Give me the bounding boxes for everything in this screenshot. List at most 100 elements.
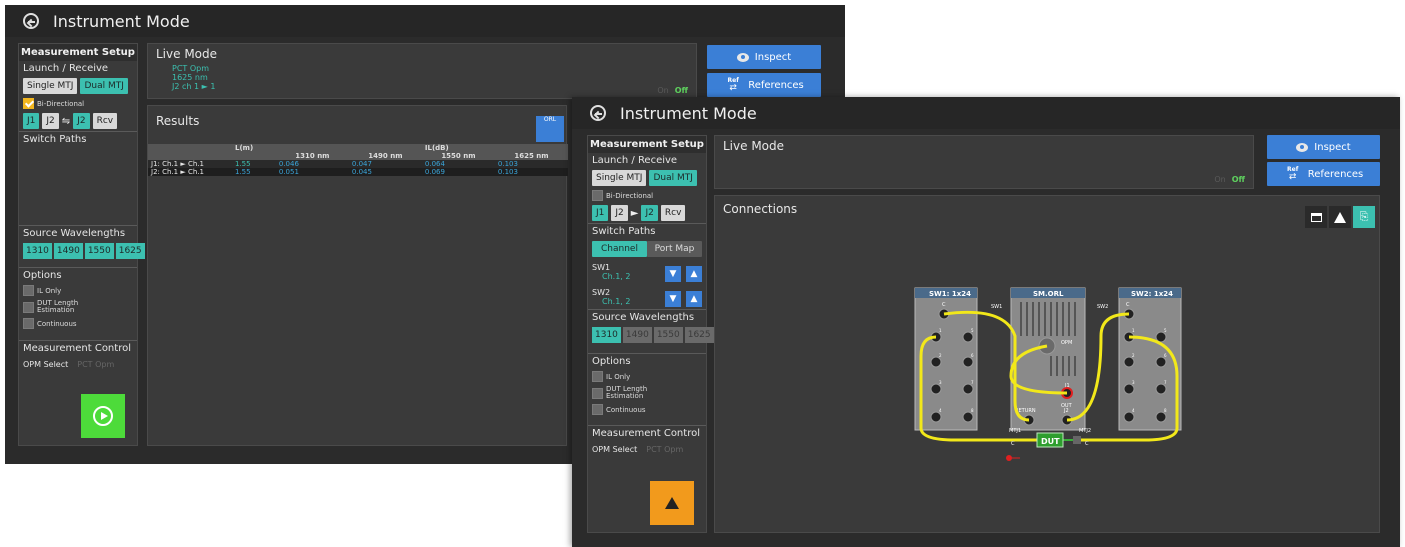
sw2-port-7[interactable]: [1155, 383, 1167, 395]
measurement-warning-button[interactable]: [650, 481, 694, 525]
sw1-port-3[interactable]: [930, 383, 942, 395]
mtj2-connector[interactable]: [1073, 436, 1081, 444]
inspect-button[interactable]: Inspect: [1267, 135, 1380, 159]
sw1-port-7[interactable]: [962, 383, 974, 395]
sw2-port-3[interactable]: [1123, 383, 1135, 395]
references-label: References: [748, 79, 804, 91]
mtj2-label: MTJ2: [1079, 428, 1091, 434]
j2-button[interactable]: J2: [611, 205, 628, 221]
wavelength-1310-button[interactable]: 1310: [23, 243, 52, 259]
orl-icon: ORL: [543, 116, 557, 123]
wavelength-1625-button[interactable]: 1625: [115, 243, 145, 259]
source-wavelengths-label: Source Wavelengths: [592, 312, 695, 323]
orl-button[interactable]: ORL: [536, 116, 564, 142]
start-measurement-button[interactable]: [81, 394, 125, 438]
j2-receive-button[interactable]: J2: [73, 113, 90, 129]
il-only-label: IL Only: [606, 372, 631, 381]
connections-panel: Connections ⎘ SW1: 1x24 SM.ORL OPM J1 OU…: [714, 195, 1380, 533]
source-wavelengths-label: Source Wavelengths: [23, 228, 126, 239]
j1-button[interactable]: J1: [592, 205, 609, 221]
dut-length-checkbox[interactable]: [592, 387, 603, 399]
sw2-port-6[interactable]: [1155, 356, 1167, 368]
continuous-checkbox[interactable]: [23, 318, 34, 329]
bidirectional-label: Bi-Directional: [606, 191, 654, 200]
sw2-port-4[interactable]: [1123, 411, 1135, 423]
j2-button[interactable]: J2: [42, 113, 59, 129]
wavelength-1550-button[interactable]: 1550: [84, 243, 114, 259]
dut-length-checkbox[interactable]: [23, 301, 34, 313]
sw2-common-label: C: [1126, 302, 1130, 308]
col-1625-header: 1625 nm: [514, 152, 549, 160]
table-row[interactable]: J2: Ch.1 ► Ch.1 1.55 0.051 0.045 0.069 0…: [148, 168, 568, 176]
port-map-tab[interactable]: Port Map: [647, 241, 702, 257]
references-button[interactable]: Ref ⇄ References: [707, 73, 821, 97]
sw2-down-button[interactable]: ▼: [664, 291, 681, 307]
channel-tab[interactable]: Channel: [592, 241, 647, 257]
dut-module: DUT MTJ1 MTJ2 C C: [1006, 428, 1091, 461]
rcv-button[interactable]: Rcv: [92, 113, 118, 129]
sw1-value: Ch.1, 2: [602, 271, 631, 281]
back-arrow-icon[interactable]: [23, 13, 39, 29]
j1-button[interactable]: J1: [23, 113, 40, 129]
pct-opm-option[interactable]: PCT Opm: [77, 360, 114, 369]
continuous-checkbox[interactable]: [592, 404, 603, 415]
sw2-value: Ch.1, 2: [602, 296, 631, 306]
sw1-port-6[interactable]: [962, 356, 974, 368]
col-length-header: L(m): [235, 144, 254, 152]
col-1310-header: 1310 nm: [295, 152, 330, 160]
il-only-checkbox[interactable]: [23, 285, 34, 296]
row-label: J2: Ch.1 ► Ch.1: [151, 168, 204, 176]
continuous-label: Continuous: [606, 405, 646, 414]
live-mode-toggle[interactable]: On Off: [1214, 175, 1245, 184]
single-mtj-button[interactable]: Single MTJ: [23, 78, 78, 94]
bidirectional-checkbox[interactable]: [592, 190, 603, 201]
sw1-port-8[interactable]: [962, 411, 974, 423]
table-row[interactable]: J1: Ch.1 ► Ch.1 1.55 0.046 0.047 0.064 0…: [148, 160, 568, 168]
bidirectional-checkbox[interactable]: [23, 98, 34, 109]
setup-header: Measurement Setup: [588, 136, 706, 153]
sw1-port-2[interactable]: [930, 356, 942, 368]
wavelength-1490-button[interactable]: 1490: [53, 243, 83, 259]
launch-receive-label: Launch / Receive: [23, 63, 109, 74]
pct-opm-option[interactable]: PCT Opm: [646, 445, 683, 454]
col-1550-header: 1550 nm: [441, 152, 476, 160]
references-button[interactable]: Ref ⇄ References: [1267, 162, 1380, 186]
wavelength-1490-button[interactable]: 1490: [622, 327, 652, 343]
dual-mtj-button[interactable]: Dual MTJ: [80, 78, 128, 94]
sw1-up-button[interactable]: ▲: [686, 266, 702, 282]
il-only-checkbox[interactable]: [592, 371, 603, 382]
switch-paths-label: Switch Paths: [23, 134, 87, 145]
sw1-port-5[interactable]: [962, 331, 974, 343]
sw2-up-button[interactable]: ▲: [686, 291, 702, 307]
references-icon: Ref ⇄: [1284, 167, 1302, 182]
inspect-button[interactable]: Inspect: [707, 45, 821, 69]
back-arrow-icon[interactable]: [590, 105, 606, 121]
options-label: Options: [592, 356, 631, 367]
wavelength-1550-button[interactable]: 1550: [653, 327, 683, 343]
sw1-down-button[interactable]: ▼: [664, 266, 681, 282]
setup-header: Measurement Setup: [19, 44, 137, 61]
mtj1-port-label: C: [1011, 441, 1015, 447]
live-mode-title: Live Mode: [156, 47, 218, 61]
il-cell: 0.047: [351, 160, 372, 168]
sw2-port-8[interactable]: [1155, 411, 1167, 423]
col-1490-header: 1490 nm: [368, 152, 403, 160]
length-cell: 1.55: [235, 168, 251, 176]
live-wavelength-label: 1625 nm: [172, 73, 208, 82]
wavelength-1310-button[interactable]: 1310: [592, 327, 621, 343]
measurement-setup-panel: Measurement Setup Launch / Receive Singl…: [587, 135, 714, 533]
wavelength-1625-button[interactable]: 1625: [684, 327, 714, 343]
j2-receive-button[interactable]: J2: [641, 205, 658, 221]
single-mtj-button[interactable]: Single MTJ: [592, 170, 647, 186]
il-cell: 0.045: [351, 168, 372, 176]
sw1-common-label: C: [942, 302, 946, 308]
live-channel-label: J2 ch 1 ► 1: [172, 82, 216, 91]
rcv-button[interactable]: Rcv: [660, 205, 686, 221]
dut-length-line2: Estimation: [606, 392, 644, 400]
inspect-icon: [1296, 142, 1309, 152]
live-mode-toggle[interactable]: On Off: [657, 86, 688, 95]
sw2-port-2[interactable]: [1123, 356, 1135, 368]
sw1-label: SW1: [592, 262, 611, 272]
sw1-port-4[interactable]: [930, 411, 942, 423]
dual-mtj-button[interactable]: Dual MTJ: [649, 170, 697, 186]
